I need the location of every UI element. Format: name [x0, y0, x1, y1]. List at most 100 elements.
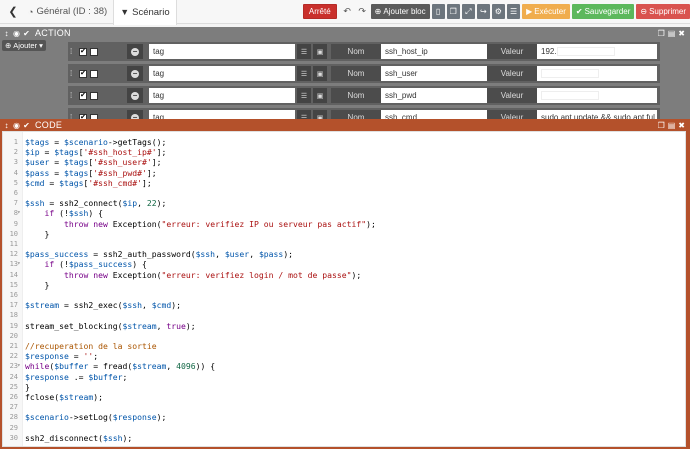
code-line[interactable]: 27: [3, 402, 685, 412]
delete-button[interactable]: ⊖ Supprimer: [636, 4, 690, 19]
code-line[interactable]: 3 $user = $tags['#ssh_user#'];: [3, 157, 685, 167]
code-line[interactable]: 28 $scenario->setLog($response);: [3, 412, 685, 422]
code-line[interactable]: 16: [3, 290, 685, 300]
file-icon[interactable]: ▯: [431, 4, 445, 19]
cog-icon[interactable]: ▣: [313, 66, 327, 81]
code-line[interactable]: 1 $tags = $scenario->getTags();: [3, 137, 685, 147]
code-editor[interactable]: 1 $tags = $scenario->getTags(); 2 $ip = $ta…: [2, 131, 686, 447]
enable-checkbox[interactable]: ✔: [79, 47, 87, 56]
code-line[interactable]: 25}: [3, 382, 685, 392]
add-action-button[interactable]: ⊕ Ajouter ▾: [2, 40, 46, 51]
eye-icon[interactable]: ◉: [12, 121, 21, 130]
parallel-checkbox[interactable]: [90, 47, 98, 56]
action-block-title: ACTION: [35, 28, 71, 38]
enable-checkbox[interactable]: ✔: [79, 91, 87, 100]
redacted-mask: [556, 47, 615, 56]
check-icon[interactable]: ✔: [22, 29, 31, 38]
code-line[interactable]: 15 }: [3, 280, 685, 290]
value-input[interactable]: 192.: [537, 44, 657, 59]
code-line[interactable]: 6: [3, 188, 685, 198]
code-line[interactable]: 7 $ssh = ssh2_connect($ip, 22);: [3, 198, 685, 208]
tab-general[interactable]: ◔ Général (ID : 38): [22, 0, 113, 24]
code-line[interactable]: 24 $response .= $buffer;: [3, 372, 685, 382]
eye-icon[interactable]: ◉: [12, 29, 21, 38]
code-line[interactable]: 30 ssh2_disconnect($ssh);: [3, 433, 685, 443]
code-line[interactable]: 20: [3, 331, 685, 341]
share-icon[interactable]: ↪: [476, 4, 490, 19]
code-text: }: [25, 228, 50, 239]
line-number: 3: [13, 158, 18, 167]
list-icon[interactable]: ☰: [506, 4, 521, 19]
code-line[interactable]: 9 throw new Exception("erreur: verifiez …: [3, 219, 685, 229]
code-line[interactable]: 10 }: [3, 229, 685, 239]
paste-block-icon[interactable]: ▤: [668, 121, 676, 130]
code-line[interactable]: 26 fclose($stream);: [3, 392, 685, 402]
code-line[interactable]: 11: [3, 239, 685, 249]
name-input[interactable]: ssh_user: [381, 66, 487, 81]
list-icon[interactable]: ☰: [297, 44, 311, 59]
stop-status-button[interactable]: Arrêté: [302, 4, 337, 19]
remove-action-button[interactable]: −: [127, 88, 143, 103]
code-line[interactable]: 12 $pass_success = ssh2_auth_password($ss…: [3, 249, 685, 259]
code-line[interactable]: 2 $ip = $tags['#ssh_host_ip#'];: [3, 147, 685, 157]
copy-block-icon[interactable]: ❐: [658, 121, 665, 130]
copy-block-icon[interactable]: ❐: [658, 29, 665, 38]
back-icon[interactable]: ❮: [4, 3, 22, 21]
code-line[interactable]: 23 ▾ while($buffer = fread($stream, 4096))…: [3, 361, 685, 371]
code-line[interactable]: 8 ▾ if (!$ssh) {: [3, 208, 685, 218]
line-number: 12: [9, 250, 18, 259]
code-line[interactable]: 5 $cmd = $tags['#ssh_cmd#'];: [3, 178, 685, 188]
cog-icon[interactable]: ▣: [313, 44, 327, 59]
code-line[interactable]: 17 $stream = ssh2_exec($ssh, $cmd);: [3, 300, 685, 310]
name-input[interactable]: ssh_pwd: [381, 88, 487, 103]
parallel-checkbox[interactable]: [90, 91, 98, 100]
value-input[interactable]: [537, 66, 657, 81]
code-line[interactable]: 4 $pass = $tags['#ssh_pwd#'];: [3, 168, 685, 178]
paste-block-icon[interactable]: ▤: [668, 29, 676, 38]
list-icon[interactable]: ☰: [297, 88, 311, 103]
line-number: 30: [9, 433, 18, 442]
code-line[interactable]: 13 ▾ if (!$pass_success) {: [3, 259, 685, 269]
delete-block-icon[interactable]: ✖: [678, 121, 685, 130]
fold-arrow-icon[interactable]: ▾: [17, 259, 21, 269]
code-line[interactable]: 29: [3, 423, 685, 433]
redacted-mask: [541, 91, 599, 100]
check-icon[interactable]: ✔: [22, 121, 31, 130]
undo-icon[interactable]: ↶: [341, 4, 354, 19]
enable-checkbox[interactable]: ✔: [79, 69, 87, 78]
copy-icon[interactable]: ❐: [446, 4, 460, 19]
code-line[interactable]: 19 stream_set_blocking($stream, true);: [3, 321, 685, 331]
remove-action-button[interactable]: −: [127, 66, 143, 81]
code-text: $ssh = ssh2_connect($ip, 22);: [25, 198, 167, 209]
code-line[interactable]: 22 $response = '';: [3, 351, 685, 361]
remove-action-button[interactable]: −: [127, 44, 143, 59]
move-icon[interactable]: ↕: [2, 29, 11, 38]
code-line[interactable]: 21 //recuperation de la sortie: [3, 341, 685, 351]
command-input[interactable]: tag: [149, 44, 295, 59]
gear-icon[interactable]: ⚙: [491, 4, 505, 19]
fold-arrow-icon[interactable]: ▾: [17, 208, 21, 218]
command-input[interactable]: tag: [149, 88, 295, 103]
delete-block-icon[interactable]: ✖: [678, 29, 685, 38]
drag-handle-icon[interactable]: ⁞: [70, 47, 76, 56]
add-block-button[interactable]: ⊕ Ajouter bloc: [370, 4, 430, 19]
code-text: $pass_success = ssh2_auth_password($ssh,…: [25, 249, 294, 260]
code-line[interactable]: 14 throw new Exception("erreur: verifiez…: [3, 270, 685, 280]
cog-icon[interactable]: ▣: [313, 88, 327, 103]
redo-icon[interactable]: ↷: [356, 4, 369, 19]
tab-scenario[interactable]: ▼ Scénario: [113, 0, 177, 25]
drag-handle-icon[interactable]: ⁞: [70, 91, 76, 100]
drag-handle-icon[interactable]: ⁞: [70, 69, 76, 78]
move-icon[interactable]: ↕: [2, 121, 11, 130]
expand-icon[interactable]: ⤢: [461, 4, 475, 19]
execute-button[interactable]: ▶ Exécuter: [522, 4, 570, 19]
command-input[interactable]: tag: [149, 66, 295, 81]
name-input[interactable]: ssh_host_ip: [381, 44, 487, 59]
parallel-checkbox[interactable]: [90, 69, 98, 78]
fold-arrow-icon[interactable]: ▾: [17, 361, 21, 371]
list-icon[interactable]: ☰: [297, 66, 311, 81]
code-line[interactable]: 18: [3, 310, 685, 320]
line-number: 25: [9, 382, 18, 391]
save-button[interactable]: ✔ Sauvegarder: [571, 4, 635, 19]
value-input[interactable]: [537, 88, 657, 103]
